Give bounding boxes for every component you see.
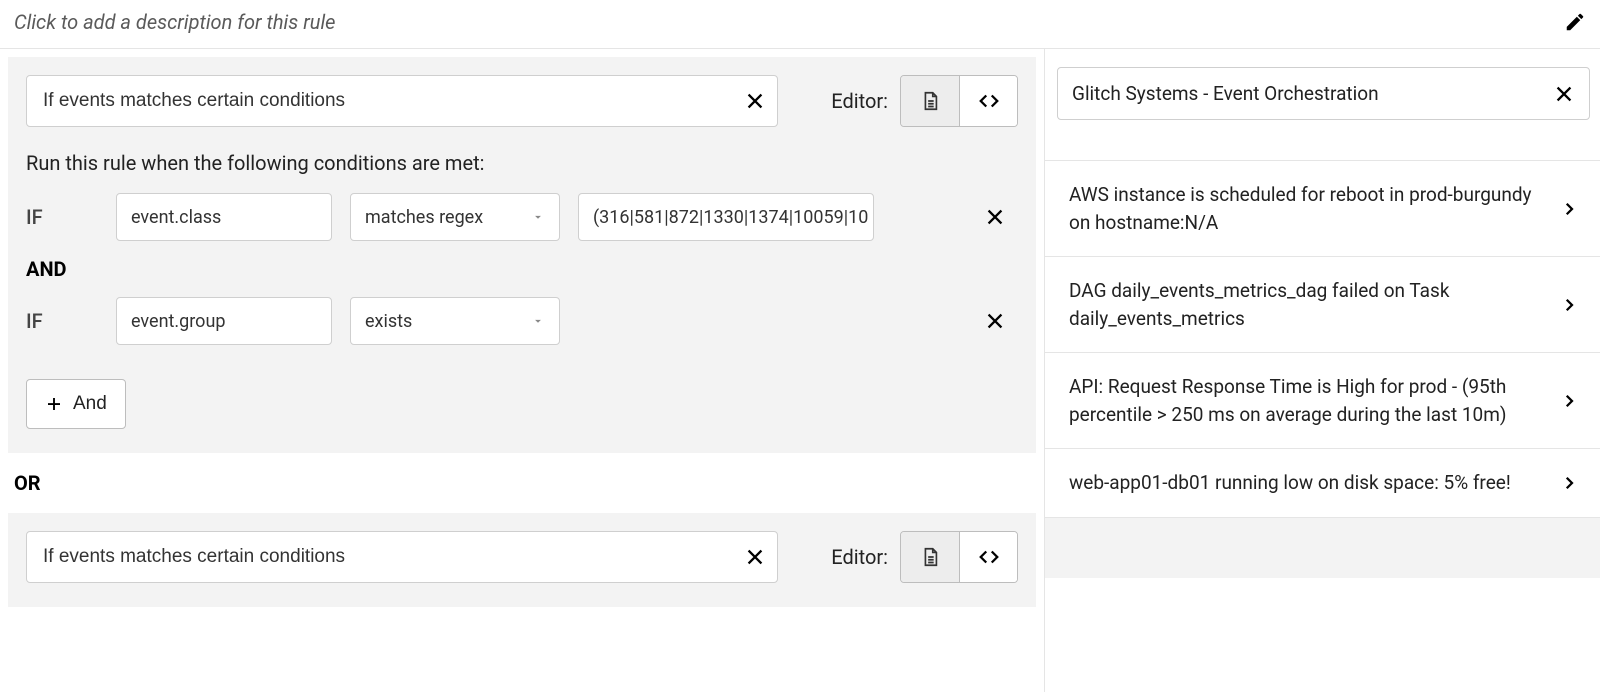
if-label: IF [26, 205, 98, 229]
chevron-right-icon [1560, 474, 1578, 492]
editor-label: Editor: [831, 545, 888, 569]
condition-row: IF event.group exists [26, 297, 1018, 345]
field-input[interactable]: event.class [116, 193, 332, 241]
remove-condition-icon[interactable] [984, 310, 1006, 332]
event-list: AWS instance is scheduled for reboot in … [1045, 160, 1600, 518]
field-input[interactable]: event.group [116, 297, 332, 345]
operator-select[interactable]: exists [350, 297, 560, 345]
event-source-select[interactable]: Glitch Systems - Event Orchestration [1057, 67, 1590, 120]
value-input[interactable]: (316|581|872|1330|1374|10059|10 [578, 193, 874, 241]
events-panel: Glitch Systems - Event Orchestration AWS… [1045, 49, 1600, 692]
clear-description-icon[interactable] [744, 546, 766, 568]
editor-mode-form-button[interactable] [901, 532, 959, 582]
clear-source-icon[interactable] [1553, 83, 1575, 105]
add-and-button[interactable]: And [26, 379, 126, 429]
operator-select[interactable]: matches regex [350, 193, 560, 241]
edit-icon[interactable] [1564, 11, 1586, 33]
event-source-label: Glitch Systems - Event Orchestration [1072, 82, 1379, 105]
chevron-right-icon [1560, 392, 1578, 410]
condition-row: IF event.class matches regex (316|581|87… [26, 193, 1018, 241]
condition-description-input[interactable] [26, 531, 778, 583]
if-label: IF [26, 309, 98, 333]
remove-condition-icon[interactable] [984, 206, 1006, 228]
chevron-right-icon [1560, 296, 1578, 314]
condition-block-header: Editor: [26, 75, 1018, 127]
event-list-item[interactable]: DAG daily_events_metrics_dag failed on T… [1045, 257, 1600, 353]
chevron-right-icon [1560, 200, 1578, 218]
conditions-editor: Editor: Run this rule when the following… [0, 49, 1045, 692]
clear-description-icon[interactable] [744, 90, 766, 112]
and-label: AND [26, 257, 1018, 281]
condition-block: Editor: [8, 513, 1036, 607]
editor-mode-toggle [900, 531, 1018, 583]
editor-mode-toggle [900, 75, 1018, 127]
panel-footer-spacer [1045, 518, 1600, 578]
or-label: OR [8, 453, 1036, 513]
event-list-item[interactable]: API: Request Response Time is High for p… [1045, 353, 1600, 449]
editor-label: Editor: [831, 89, 888, 113]
editor-mode-code-button[interactable] [959, 532, 1017, 582]
condition-block: Editor: Run this rule when the following… [8, 57, 1036, 453]
event-list-item[interactable]: web-app01-db01 running low on disk space… [1045, 449, 1600, 518]
events-section-heading [1057, 55, 1590, 59]
event-list-item[interactable]: AWS instance is scheduled for reboot in … [1045, 161, 1600, 257]
editor-mode-form-button[interactable] [901, 76, 959, 126]
rule-description-bar: Click to add a description for this rule [0, 0, 1600, 49]
condition-block-header: Editor: [26, 531, 1018, 583]
run-conditions-text: Run this rule when the following conditi… [26, 151, 1018, 175]
condition-description-input[interactable] [26, 75, 778, 127]
rule-description-placeholder[interactable]: Click to add a description for this rule [14, 10, 335, 34]
editor-mode-code-button[interactable] [959, 76, 1017, 126]
